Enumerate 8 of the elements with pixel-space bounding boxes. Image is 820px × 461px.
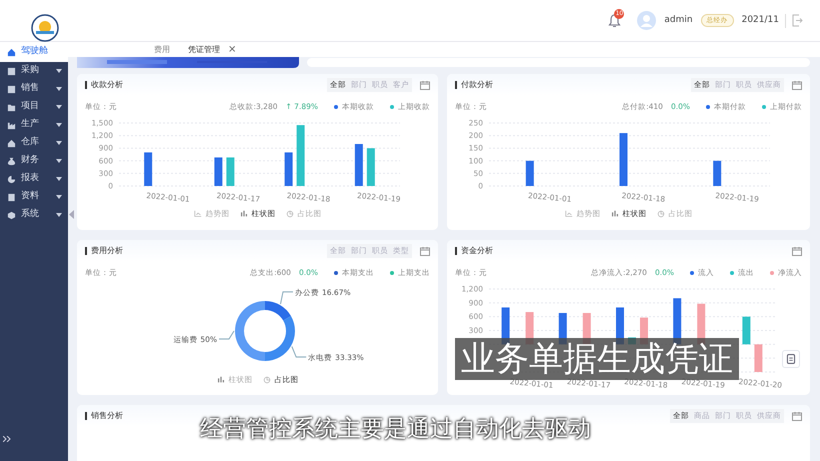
subtitle: 经营管控系统主要是通过自动化去驱动: [200, 416, 591, 442]
panel-title: 付款分析: [461, 79, 494, 91]
subtitle: 业务单据生成凭证: [455, 338, 739, 380]
period-text: 2021/11: [742, 14, 779, 27]
panel-title: 销售分析: [91, 410, 124, 422]
panel-title: 收款分析: [91, 79, 124, 91]
panel-title: 资金分析: [461, 245, 494, 257]
panel-title: 费用分析: [91, 245, 124, 257]
